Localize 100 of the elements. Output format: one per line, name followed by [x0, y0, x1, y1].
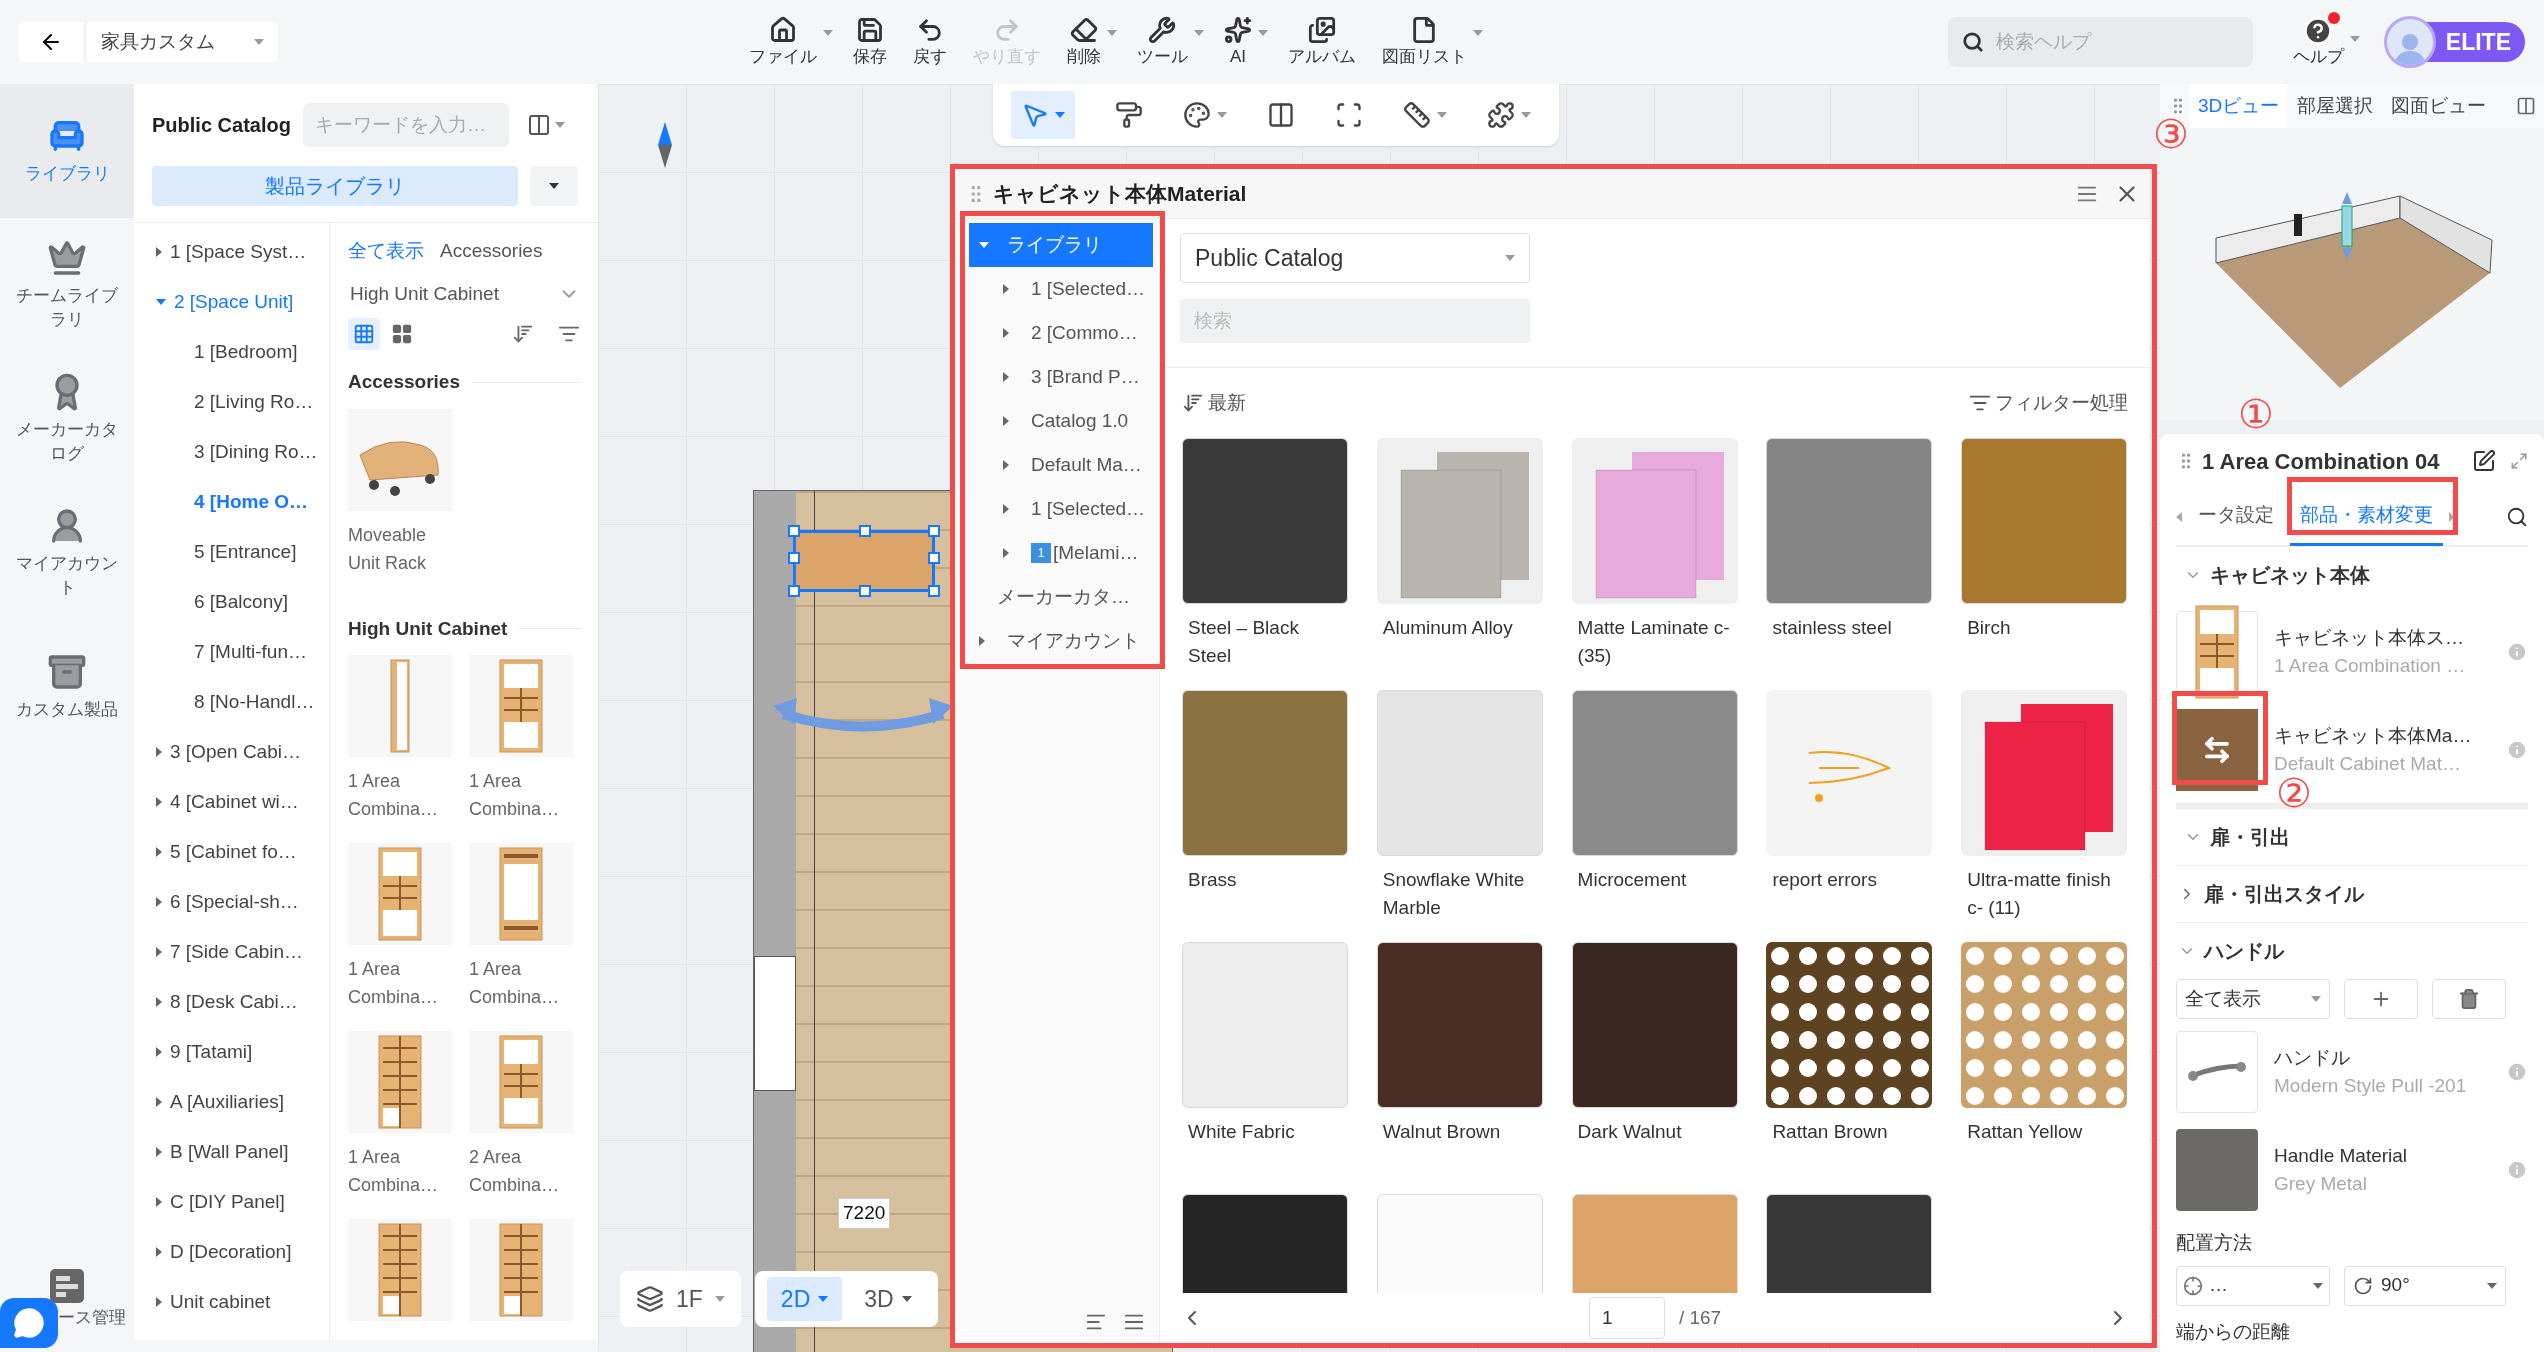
- tree-item[interactable]: メーカーカタ…: [969, 575, 1153, 619]
- tree-item[interactable]: D [Decoration]: [134, 1227, 329, 1277]
- tree-item[interactable]: 2 [Space Unit]: [134, 277, 329, 327]
- toolbar-button[interactable]: ファイル: [742, 16, 823, 68]
- tree-item[interactable]: 5 [Entrance]: [134, 527, 329, 577]
- tree-item[interactable]: 3 [Dining Ro…: [134, 427, 329, 477]
- material-card[interactable]: Rattan Yellow: [1961, 942, 2128, 1194]
- sidebar-item[interactable]: ライブラリ: [0, 84, 134, 218]
- material-card[interactable]: Rattan Brown: [1766, 942, 1934, 1194]
- sort-button[interactable]: 最新: [1182, 388, 1246, 418]
- filter-tab[interactable]: Accessories: [440, 237, 543, 266]
- rotation-dropdown[interactable]: 90°: [2344, 1265, 2506, 1306]
- tree-item[interactable]: 1 [Melami…: [969, 531, 1153, 575]
- resize-handle[interactable]: [788, 585, 800, 597]
- category-dropdown[interactable]: High Unit Cabinet: [348, 279, 580, 308]
- tree-item[interactable]: 8 [Desk Cabi…: [134, 977, 329, 1027]
- tree-item[interactable]: 7 [Multi-fun…: [134, 627, 329, 677]
- tree-item[interactable]: 6 [Special-sh…: [134, 877, 329, 927]
- toolbar-button[interactable]: 保存: [846, 16, 893, 68]
- chat-button[interactable]: [0, 1298, 58, 1348]
- tree-item[interactable]: 4 [Home O…: [134, 477, 329, 527]
- section-header[interactable]: 扉・引出スタイル: [2176, 866, 2364, 922]
- back-button[interactable]: [19, 22, 83, 62]
- position-dropdown[interactable]: …: [2176, 1265, 2330, 1306]
- tree-item[interactable]: 9 [Tatami]: [134, 1027, 329, 1077]
- resize-handle[interactable]: [788, 525, 800, 537]
- avatar[interactable]: [2383, 16, 2436, 68]
- material-card[interactable]: Walnut Brown: [1376, 942, 1544, 1194]
- toolbar-button[interactable]: アルバム: [1281, 16, 1362, 68]
- tree-item[interactable]: 1 [Selected…: [969, 267, 1153, 311]
- layout-toggle-button[interactable]: [526, 113, 565, 137]
- material-card[interactable]: Snowflake White Marble: [1376, 690, 1544, 942]
- material-card[interactable]: Brass: [1182, 690, 1349, 942]
- view-tab[interactable]: 3Dビュー: [2190, 84, 2288, 128]
- material-card[interactable]: White Fabric: [1182, 942, 1349, 1194]
- toolbar-button[interactable]: AI: [1217, 16, 1258, 68]
- tree-item[interactable]: Catalog 1.0: [969, 399, 1153, 443]
- material-card[interactable]: Birch: [1961, 438, 2128, 690]
- tree-item[interactable]: 2 [Commo…: [969, 311, 1153, 355]
- delete-button[interactable]: [2432, 979, 2506, 1019]
- view-tab[interactable]: 部屋選択: [2289, 84, 2382, 128]
- handle-filter-dropdown[interactable]: 全て表示: [2176, 979, 2330, 1019]
- resize-handle[interactable]: [859, 585, 871, 597]
- sidebar-item-label[interactable]: ース管理: [58, 1304, 134, 1330]
- tree-item[interactable]: 7 [Side Cabin…: [134, 927, 329, 977]
- resize-handle[interactable]: [859, 525, 871, 537]
- material-card[interactable]: stainless steel: [1766, 438, 1934, 690]
- toolbar-button[interactable]: 戻す: [906, 16, 953, 68]
- tree-item[interactable]: 3 [Brand P…: [969, 355, 1153, 399]
- tree-item[interactable]: 1 [Selected…: [969, 487, 1153, 531]
- resize-handle[interactable]: [788, 552, 800, 564]
- material-card[interactable]: Ultra-matte finish c- (11): [1961, 690, 2128, 942]
- toolbar-button[interactable]: 削除: [1060, 16, 1107, 68]
- tree-item[interactable]: 3 [Open Cabi…: [134, 727, 329, 777]
- tree-item[interactable]: 1 [Bedroom]: [134, 327, 329, 377]
- tree-item[interactable]: A [Auxiliaries]: [134, 1077, 329, 1127]
- tree-item[interactable]: Default Ma…: [969, 443, 1153, 487]
- filter-tab[interactable]: 全て表示: [348, 237, 424, 266]
- material-card[interactable]: Aluminum Alloy: [1376, 438, 1544, 690]
- resize-handle[interactable]: [928, 552, 940, 564]
- toolbar-button[interactable]: 図面リスト: [1375, 16, 1473, 68]
- tree-item[interactable]: B [Wall Panel]: [134, 1127, 329, 1177]
- tree-item[interactable]: C [DIY Panel]: [134, 1177, 329, 1227]
- resize-handle[interactable]: [928, 585, 940, 597]
- tree-item[interactable]: 5 [Cabinet fo…: [134, 827, 329, 877]
- sidebar-item[interactable]: チームライブラリ: [0, 218, 134, 352]
- tree-item[interactable]: 4 [Cabinet wi…: [134, 777, 329, 827]
- filter-button[interactable]: フィルター処理: [1969, 388, 2128, 418]
- floor-selector[interactable]: 1F: [620, 1271, 741, 1327]
- material-card[interactable]: Steel – Black Steel: [1182, 438, 1349, 690]
- material-card[interactable]: Dark Walnut: [1571, 942, 1739, 1194]
- help-search-field[interactable]: 検索ヘルプ: [1947, 17, 2253, 67]
- section-header[interactable]: ハンドル: [2176, 923, 2284, 979]
- tree-item[interactable]: 6 [Balcony]: [134, 577, 329, 627]
- tree-item[interactable]: 8 [No-Handl…: [134, 677, 329, 727]
- sidebar-item[interactable]: マイアカウント: [0, 486, 134, 620]
- property-tab[interactable]: ータ設定: [2188, 487, 2284, 546]
- tree-item[interactable]: ライブラリ: [969, 223, 1153, 267]
- view-mode-option[interactable]: 3D: [850, 1277, 926, 1321]
- sidebar-item[interactable]: カスタム製品: [0, 620, 134, 754]
- property-tab[interactable]: 部品・素材変更: [2290, 487, 2443, 546]
- swap-material-button[interactable]: [2176, 709, 2258, 791]
- view-tab[interactable]: 図面ビュー: [2383, 84, 2495, 128]
- sidebar-item[interactable]: メーカーカタログ: [0, 352, 134, 486]
- tree-item[interactable]: Unit cabinet: [134, 1277, 329, 1327]
- tree-item[interactable]: 2 [Living Ro…: [134, 377, 329, 427]
- toolbar-button[interactable]: ツール: [1130, 16, 1194, 68]
- catalog-dropdown[interactable]: Public Catalog: [1180, 233, 1530, 283]
- material-card[interactable]: Matte Laminate c- (35): [1571, 438, 1739, 690]
- tree-item[interactable]: マイアカウント: [969, 619, 1153, 663]
- resize-handle[interactable]: [928, 525, 940, 537]
- keyword-search-field[interactable]: キーワードを入力…: [302, 103, 509, 147]
- tree-item[interactable]: 1 [Space Syst…: [134, 227, 329, 277]
- material-card[interactable]: Microcement: [1571, 690, 1739, 942]
- section-header[interactable]: キャビネット本体: [2176, 547, 2370, 603]
- help-button[interactable]: ヘルプ: [2292, 16, 2344, 68]
- material-card[interactable]: report errors: [1766, 690, 1934, 942]
- small-grid-view-button[interactable]: [348, 318, 380, 350]
- page-number-field[interactable]: 1: [1588, 1297, 1665, 1339]
- project-dropdown[interactable]: 家具カスタム: [87, 22, 278, 62]
